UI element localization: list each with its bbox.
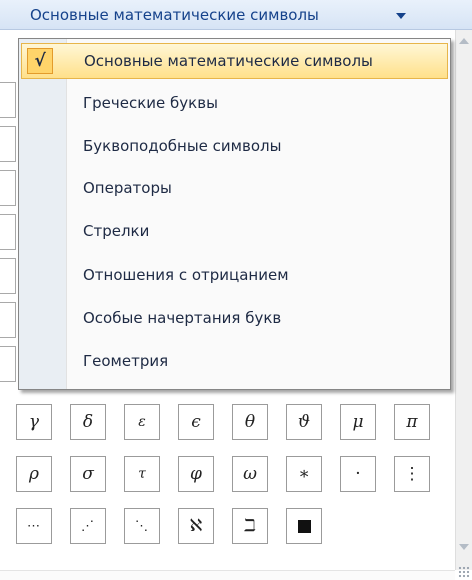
symbol-glyph: θ — [244, 412, 256, 432]
menu-item-label: Стрелки — [83, 222, 150, 240]
symbol-glyph: μ — [352, 412, 364, 432]
menu-item-letter-styles[interactable]: Особые начертания букв — [21, 301, 448, 337]
symbol-aleph-button[interactable]: ℵ — [178, 508, 214, 544]
scroll-up-arrow-icon[interactable] — [459, 38, 469, 44]
category-header: Основные математические символы — [0, 0, 472, 30]
menu-item-letterlike-symbols[interactable]: Буквоподобные символы — [21, 129, 448, 165]
symbol-glyph: ϵ — [191, 412, 201, 432]
symbol-sigma-button[interactable]: σ — [70, 456, 106, 492]
symbol-glyph: ⋰ — [81, 518, 95, 534]
menu-item-label: Греческие буквы — [83, 94, 218, 112]
scroll-down-arrow-icon[interactable] — [459, 544, 469, 550]
symbol-horizontal-ellipsis-button[interactable]: ⋯ — [16, 508, 52, 544]
menu-item-geometry[interactable]: Геометрия — [21, 344, 448, 380]
symbol-glyph: · — [355, 464, 361, 484]
symbol-glyph: ⋱ — [135, 518, 149, 534]
category-menu: √ Основные математические символы Гречес… — [18, 38, 451, 390]
gallery-scrollbar[interactable] — [455, 30, 472, 570]
menu-item-label: Отношения с отрицанием — [83, 266, 289, 284]
symbol-epsilon-button[interactable]: ε — [124, 404, 160, 440]
symbol-tau-button[interactable]: τ — [124, 456, 160, 492]
symbol-gamma-button[interactable]: γ — [16, 404, 52, 440]
symbol-mu-button[interactable]: μ — [340, 404, 376, 440]
symbol-button[interactable] — [0, 258, 16, 294]
symbol-glyph: ε — [138, 414, 146, 430]
symbol-dot-button[interactable]: · — [340, 456, 376, 492]
symbol-button[interactable] — [0, 214, 16, 250]
symbol-glyph: ρ — [29, 464, 39, 484]
symbol-button[interactable] — [0, 82, 16, 118]
symbol-down-diagonal-ellipsis-button[interactable]: ⋱ — [124, 508, 160, 544]
symbol-glyph: ∗ — [298, 464, 310, 484]
menu-item-label: Геометрия — [83, 352, 169, 370]
symbol-black-square-button[interactable] — [286, 508, 322, 544]
symbol-theta-button[interactable]: θ — [232, 404, 268, 440]
category-dropdown-label[interactable]: Основные математические символы — [30, 6, 319, 24]
symbol-pi-button[interactable]: π — [394, 404, 430, 440]
symbol-beth-button[interactable]: ℶ — [232, 508, 268, 544]
symbol-rho-button[interactable]: ρ — [16, 456, 52, 492]
resize-grip-icon[interactable] — [458, 566, 470, 578]
symbol-glyph: ϑ — [297, 412, 311, 432]
menu-item-greek-letters[interactable]: Греческие буквы — [21, 86, 448, 122]
symbol-button[interactable] — [0, 126, 16, 162]
symbol-glyph: ω — [243, 464, 257, 484]
symbol-glyph: γ — [28, 412, 40, 432]
symbol-vertical-ellipsis-button[interactable]: ⋮ — [394, 456, 430, 492]
symbol-glyph: τ — [138, 466, 146, 482]
dropdown-arrow-icon[interactable] — [396, 13, 406, 19]
symbol-up-diagonal-ellipsis-button[interactable]: ⋰ — [70, 508, 106, 544]
menu-item-basic-math[interactable]: √ Основные математические символы — [21, 43, 448, 79]
symbol-glyph: π — [406, 412, 418, 432]
symbol-glyph: ℵ — [189, 516, 203, 536]
menu-item-label: Основные математические символы — [84, 52, 373, 70]
symbol-glyph: δ — [82, 412, 94, 432]
menu-item-label: Операторы — [83, 179, 172, 197]
symbol-glyph: ⋮ — [403, 464, 421, 484]
checkmark-icon: √ — [27, 48, 53, 74]
symbol-vartheta-button[interactable]: ϑ — [286, 404, 322, 440]
symbol-lunate-epsilon-button[interactable]: ϵ — [178, 404, 214, 440]
symbol-button[interactable] — [0, 170, 16, 206]
gallery-footer — [0, 570, 455, 580]
menu-item-label: Буквоподобные символы — [83, 137, 282, 155]
symbol-delta-button[interactable]: δ — [70, 404, 106, 440]
symbol-omega-button[interactable]: ω — [232, 456, 268, 492]
symbol-glyph: σ — [82, 464, 94, 484]
symbol-asterisk-button[interactable]: ∗ — [286, 456, 322, 492]
symbol-button[interactable] — [0, 302, 16, 338]
symbol-glyph: φ — [190, 464, 202, 484]
symbol-phi-button[interactable]: φ — [178, 456, 214, 492]
menu-item-label: Особые начертания букв — [83, 309, 282, 327]
menu-item-arrows[interactable]: Стрелки — [21, 214, 448, 250]
black-square-icon — [297, 519, 311, 533]
menu-item-operators[interactable]: Операторы — [21, 171, 448, 207]
menu-item-negated-relations[interactable]: Отношения с отрицанием — [21, 258, 448, 294]
symbol-button[interactable] — [0, 346, 16, 382]
symbol-glyph: ⋯ — [27, 518, 41, 534]
symbol-glyph: ℶ — [244, 516, 256, 536]
